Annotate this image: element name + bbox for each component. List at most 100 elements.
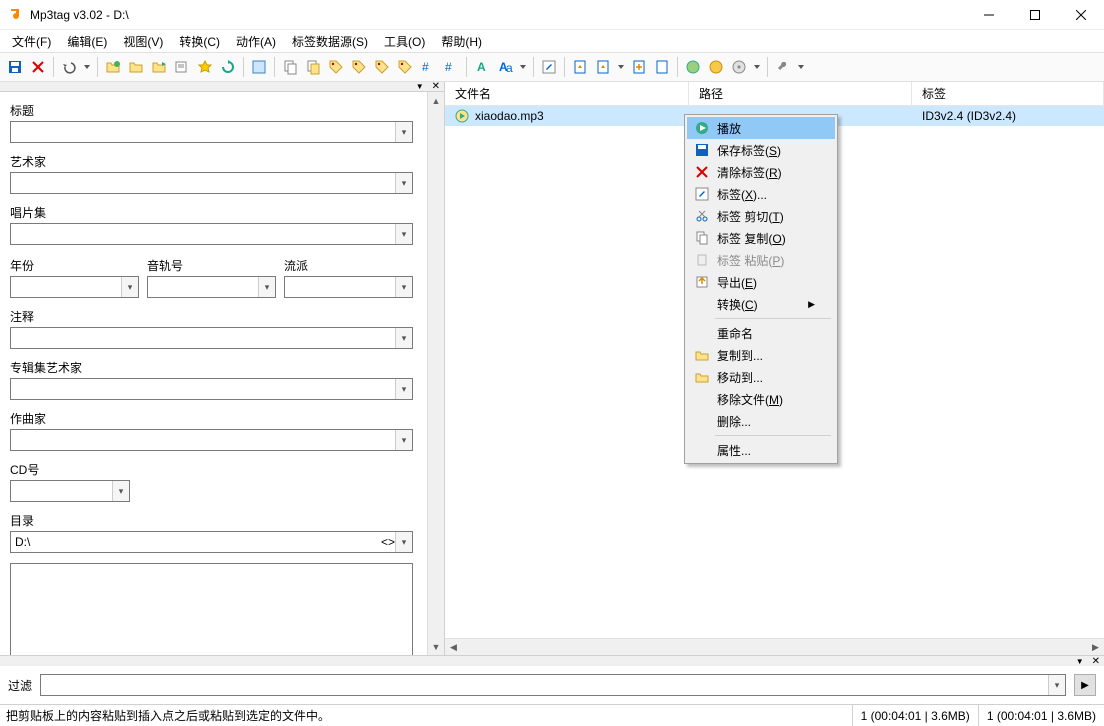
input-artist[interactable]: ▾ <box>10 172 413 194</box>
scroll-right-icon[interactable]: ▶ <box>1087 639 1104 655</box>
close-button[interactable] <box>1058 0 1104 30</box>
export3-icon[interactable] <box>628 56 650 78</box>
svg-text:a: a <box>506 61 513 75</box>
input-directory[interactable]: D:\<>▾ <box>10 531 413 553</box>
tools-icon[interactable] <box>772 56 794 78</box>
label-artist: 艺术家 <box>10 153 413 170</box>
autonumber-icon[interactable]: # <box>417 56 439 78</box>
col-path[interactable]: 路径 <box>689 82 912 105</box>
export2-icon[interactable] <box>592 56 614 78</box>
action-a-icon[interactable]: A <box>471 56 493 78</box>
cm-convert[interactable]: 转换(C) ▶ <box>687 293 835 315</box>
input-track[interactable]: ▾ <box>147 276 276 298</box>
scroll-up-icon[interactable]: ▲ <box>428 92 444 109</box>
cm-export[interactable]: 导出(E) <box>687 271 835 293</box>
tag3-icon[interactable] <box>371 56 393 78</box>
refresh-icon[interactable] <box>217 56 239 78</box>
undo-dropdown-icon[interactable] <box>81 56 93 78</box>
cm-cut[interactable]: 标签 剪切(T) <box>687 205 835 227</box>
remove-icon[interactable] <box>27 56 49 78</box>
cover-art-area[interactable] <box>10 563 413 655</box>
menu-actions[interactable]: 动作(A) <box>228 31 284 52</box>
menu-tagsources[interactable]: 标签数据源(S) <box>284 31 376 52</box>
menu-tools[interactable]: 工具(O) <box>376 31 433 52</box>
panel-close-icon[interactable]: ✕ <box>428 82 444 92</box>
tag1-icon[interactable] <box>325 56 347 78</box>
save-icon[interactable] <box>4 56 26 78</box>
cm-move-to[interactable]: 移动到... <box>687 366 835 388</box>
filter-close-icon[interactable]: ✕ <box>1088 656 1104 667</box>
cm-tags[interactable]: 标签(X)... <box>687 183 835 205</box>
menu-file[interactable]: 文件(F) <box>4 31 59 52</box>
input-genre[interactable]: ▾ <box>284 276 413 298</box>
undo-icon[interactable] <box>58 56 80 78</box>
submenu-arrow-icon: ▶ <box>808 299 815 310</box>
label-composer: 作曲家 <box>10 410 413 427</box>
source-web-icon[interactable] <box>705 56 727 78</box>
panel-header: ▼ ✕ <box>0 82 444 92</box>
export4-icon[interactable] <box>651 56 673 78</box>
cm-play[interactable]: 播放 <box>687 117 835 139</box>
menu-view[interactable]: 视图(V) <box>115 31 171 52</box>
status-count1: 1 (00:04:01 | 3.6MB) <box>852 705 978 726</box>
scroll-left-icon[interactable]: ◀ <box>445 639 462 655</box>
col-filename[interactable]: 文件名 <box>445 82 689 105</box>
label-track: 音轨号 <box>147 257 276 274</box>
autonumber2-icon[interactable]: # <box>440 56 462 78</box>
input-albumartist[interactable]: ▾ <box>10 378 413 400</box>
minimize-button[interactable] <box>966 0 1012 30</box>
cm-remove-file[interactable]: 移除文件(M) <box>687 388 835 410</box>
source-freedb-icon[interactable] <box>682 56 704 78</box>
tools-dropdown-icon[interactable] <box>795 56 807 78</box>
cell-filename: xiaodao.mp3 <box>475 109 544 123</box>
panel-scrollbar[interactable]: ▲ ▼ <box>427 92 444 655</box>
input-comment[interactable]: ▾ <box>10 327 413 349</box>
cm-delete[interactable]: 删除... <box>687 410 835 432</box>
cm-save-tags[interactable]: 保存标签(S) <box>687 139 835 161</box>
filter-input[interactable]: ▾ <box>40 674 1066 696</box>
action-a2-icon[interactable]: Aa <box>494 56 516 78</box>
filter-apply-button[interactable]: ▶ <box>1074 674 1096 696</box>
input-discnumber[interactable]: ▾ <box>10 480 130 502</box>
cm-rename[interactable]: 重命名 <box>687 322 835 344</box>
menu-help[interactable]: 帮助(H) <box>433 31 490 52</box>
menu-edit[interactable]: 编辑(E) <box>59 31 115 52</box>
maximize-button[interactable] <box>1012 0 1058 30</box>
scroll-down-icon[interactable]: ▼ <box>428 638 444 655</box>
filter-dropdown-icon[interactable]: ▼ <box>1072 657 1088 666</box>
copy-icon[interactable] <box>279 56 301 78</box>
folder-add-icon[interactable] <box>102 56 124 78</box>
tag2-icon[interactable] <box>348 56 370 78</box>
playlist-icon[interactable] <box>171 56 193 78</box>
svg-text:#: # <box>422 60 429 74</box>
cm-properties[interactable]: 属性... <box>687 439 835 461</box>
svg-text:A: A <box>477 60 486 74</box>
export1-icon[interactable] <box>569 56 591 78</box>
col-tag[interactable]: 标签 <box>912 82 1104 105</box>
input-year[interactable]: ▾ <box>10 276 139 298</box>
input-title[interactable]: ▾ <box>10 121 413 143</box>
label-genre: 流派 <box>284 257 413 274</box>
cut-icon[interactable] <box>302 56 324 78</box>
input-album[interactable]: ▾ <box>10 223 413 245</box>
list-h-scrollbar[interactable]: ◀ ▶ <box>445 638 1104 655</box>
source-disc-icon[interactable] <box>728 56 750 78</box>
cm-copy-to[interactable]: 复制到... <box>687 344 835 366</box>
cm-remove-tags[interactable]: 清除标签(R) <box>687 161 835 183</box>
save-icon <box>693 141 711 159</box>
input-composer[interactable]: ▾ <box>10 429 413 451</box>
folder-open-icon[interactable] <box>125 56 147 78</box>
edit-icon <box>693 185 711 203</box>
cm-copy[interactable]: 标签 复制(O) <box>687 227 835 249</box>
menu-convert[interactable]: 转换(C) <box>171 31 228 52</box>
status-count2: 1 (00:04:01 | 3.6MB) <box>978 705 1104 726</box>
edit-tag-icon[interactable] <box>538 56 560 78</box>
tag4-icon[interactable] <box>394 56 416 78</box>
panel-dropdown-icon[interactable]: ▼ <box>412 82 428 91</box>
favorite-icon[interactable] <box>194 56 216 78</box>
selectall-icon[interactable] <box>248 56 270 78</box>
source-dropdown-icon[interactable] <box>751 56 763 78</box>
export-dropdown-icon[interactable] <box>615 56 627 78</box>
folder-play-icon[interactable] <box>148 56 170 78</box>
action-dropdown-icon[interactable] <box>517 56 529 78</box>
